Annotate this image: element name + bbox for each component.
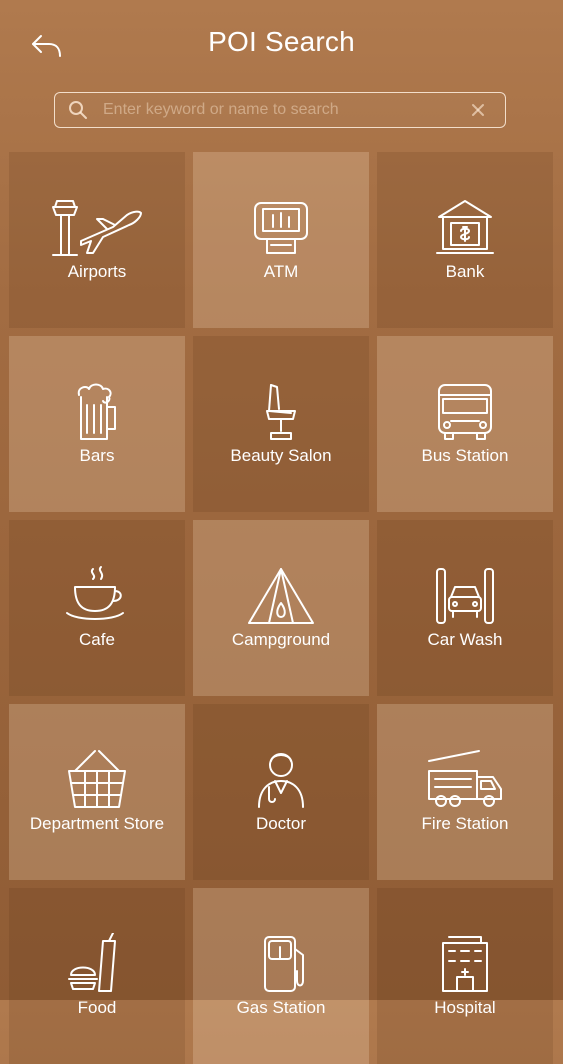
search-input[interactable]	[101, 100, 467, 120]
category-tile-food[interactable]: Food	[9, 888, 185, 1064]
beer-mug-icon	[47, 380, 147, 444]
category-label: Department Store	[29, 814, 165, 833]
coffee-cup-icon	[47, 564, 147, 628]
category-tile-hospital[interactable]: Hospital	[377, 888, 553, 1064]
tent-icon	[231, 564, 331, 628]
fire-truck-icon	[415, 748, 515, 812]
category-tile-atm[interactable]: ATM	[193, 152, 369, 328]
atm-icon	[231, 196, 331, 260]
category-tile-beauty-salon[interactable]: Beauty Salon	[193, 336, 369, 512]
bus-icon	[415, 380, 515, 444]
category-tile-doctor[interactable]: Doctor	[193, 704, 369, 880]
fast-food-icon	[47, 932, 147, 996]
category-label: Campground	[231, 630, 331, 649]
category-label: Fire Station	[421, 814, 509, 833]
category-label: Food	[77, 998, 117, 1017]
salon-chair-icon	[231, 380, 331, 444]
category-label: Beauty Salon	[230, 446, 332, 465]
category-label: Hospital	[434, 998, 496, 1017]
category-tile-campground[interactable]: Campground	[193, 520, 369, 696]
category-grid: Airports ATM Bank Bars Beauty Salon Bus …	[9, 152, 554, 1064]
category-label: Bus Station	[421, 446, 509, 465]
category-tile-bars[interactable]: Bars	[9, 336, 185, 512]
category-tile-bank[interactable]: Bank	[377, 152, 553, 328]
category-tile-department-store[interactable]: Department Store	[9, 704, 185, 880]
category-label: ATM	[263, 262, 299, 281]
doctor-icon	[231, 748, 331, 812]
category-label: Car Wash	[427, 630, 503, 649]
category-tile-cafe[interactable]: Cafe	[9, 520, 185, 696]
gas-pump-icon	[231, 932, 331, 996]
category-tile-fire-station[interactable]: Fire Station	[377, 704, 553, 880]
category-label: Gas Station	[236, 998, 326, 1017]
category-label: Bars	[79, 446, 115, 465]
page-title: POI Search	[208, 26, 355, 57]
category-tile-gas-station[interactable]: Gas Station	[193, 888, 369, 1064]
category-tile-bus-station[interactable]: Bus Station	[377, 336, 553, 512]
search-icon	[67, 99, 89, 121]
category-tile-airports[interactable]: Airports	[9, 152, 185, 328]
hospital-icon	[415, 932, 515, 996]
header: POI Search	[0, 0, 563, 90]
shopping-basket-icon	[47, 748, 147, 812]
car-wash-icon	[415, 564, 515, 628]
category-label: Airports	[67, 262, 127, 281]
category-label: Doctor	[255, 814, 307, 833]
search-bar	[54, 92, 506, 128]
airport-icon	[47, 196, 147, 260]
category-tile-car-wash[interactable]: Car Wash	[377, 520, 553, 696]
category-label: Cafe	[79, 630, 115, 649]
bank-icon	[415, 196, 515, 260]
close-icon[interactable]	[467, 99, 489, 121]
category-label: Bank	[445, 262, 485, 281]
